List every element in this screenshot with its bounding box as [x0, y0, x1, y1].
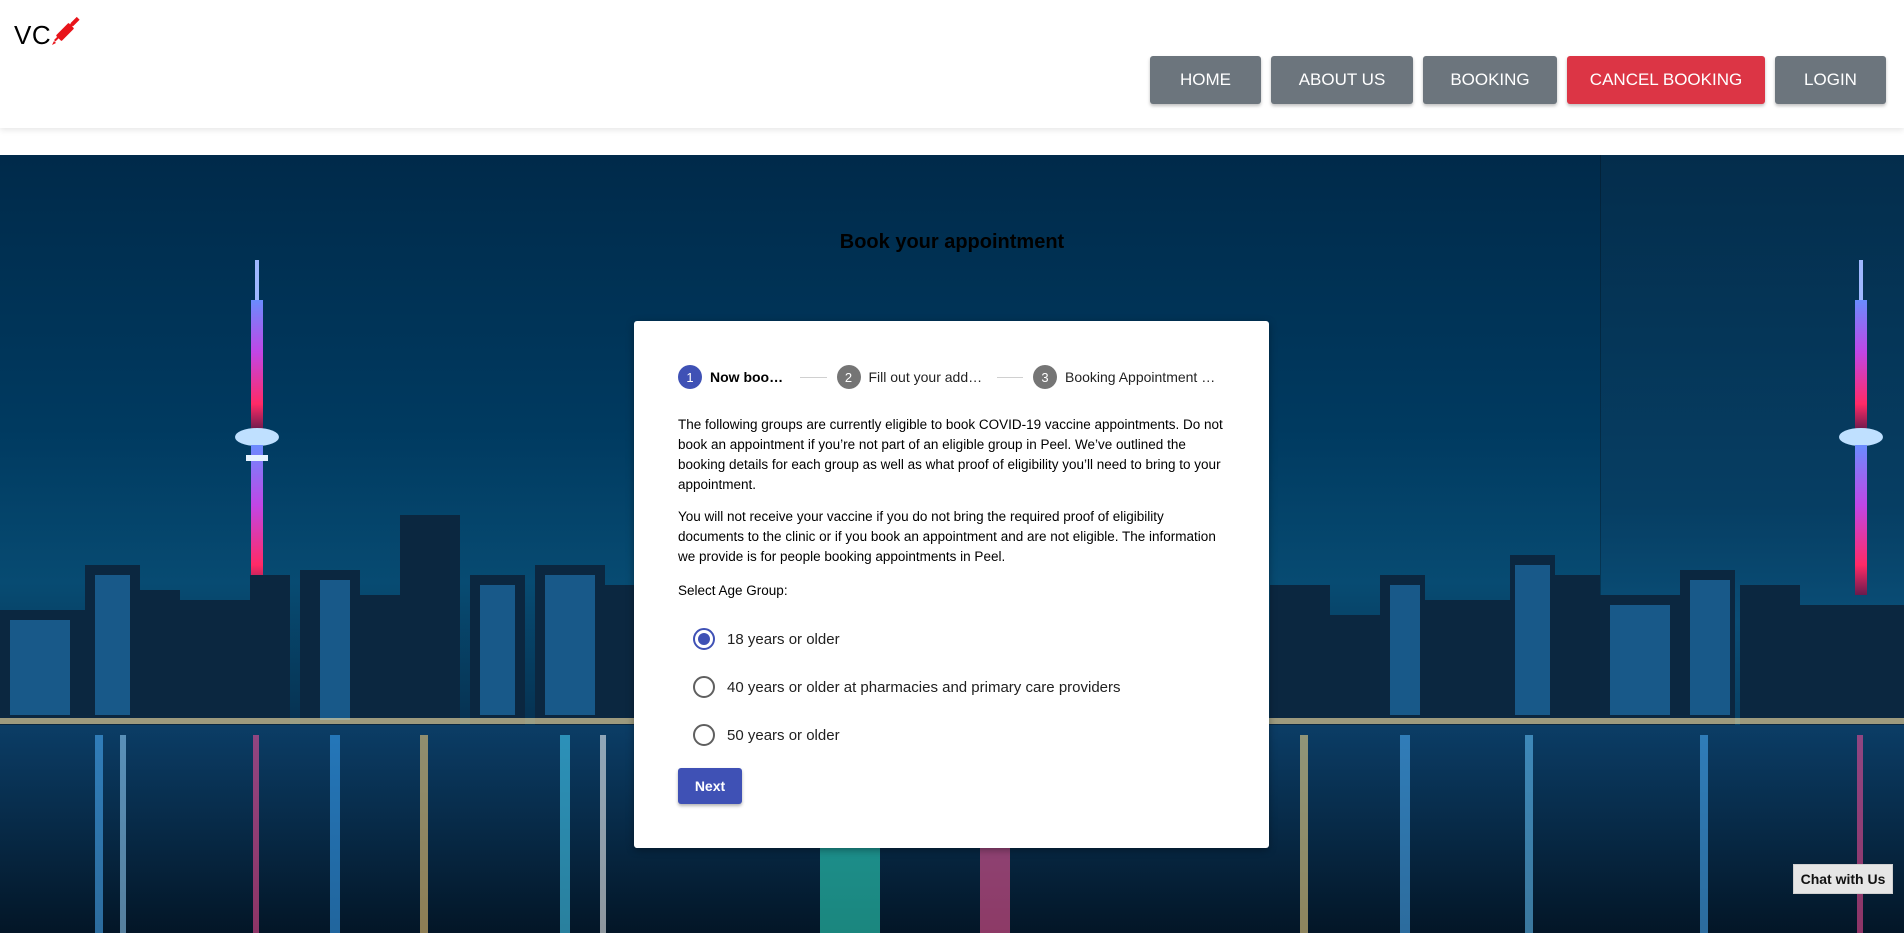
eligibility-paragraph: The following groups are currently eligi…: [678, 417, 1223, 492]
proof-of-eligibility-paragraph: You will not receive your vaccine if you…: [678, 509, 1216, 564]
syringe-icon: [52, 16, 80, 45]
step-now-booking[interactable]: 1 Now booking: [678, 365, 790, 389]
age-option-40-plus[interactable]: 40 years or older at pharmacies and prim…: [693, 675, 1121, 699]
step-number: 3: [1033, 365, 1057, 389]
nav-cancel-booking-button[interactable]: CANCEL BOOKING: [1567, 56, 1765, 104]
step-label: Now booking: [710, 369, 790, 385]
radio-unselected-icon[interactable]: [693, 724, 715, 746]
page-title: Book your appointment: [839, 231, 1065, 253]
age-option-label: 50 years or older: [727, 726, 840, 744]
nav-login-button[interactable]: LOGIN: [1775, 56, 1886, 104]
age-option-18-plus[interactable]: 18 years or older: [693, 627, 1121, 651]
step-fill-address[interactable]: 2 Fill out your address: [836, 365, 987, 389]
hero-background: Book your appointment 1 Now booking 2 Fi…: [0, 155, 1904, 933]
main-nav: HOME ABOUT US BOOKING CANCEL BOOKING LOG…: [1150, 56, 1886, 104]
brand-logo[interactable]: VC: [14, 16, 85, 52]
radio-unselected-icon[interactable]: [693, 676, 715, 698]
logo-text: VC: [14, 20, 52, 50]
age-group-radio-group: 18 years or older 40 years or older at p…: [693, 627, 1121, 771]
chat-with-us-button[interactable]: Chat with Us: [1793, 864, 1893, 894]
age-option-label: 18 years or older: [727, 630, 840, 648]
step-label: Booking Appointment Details: [1065, 369, 1225, 385]
booking-stepper: 1 Now booking 2 Fill out your address 3 …: [678, 365, 1225, 389]
nav-home-button[interactable]: HOME: [1150, 56, 1261, 104]
step-appointment-details[interactable]: 3 Booking Appointment Details: [1033, 365, 1225, 389]
step-connector: [996, 376, 1023, 378]
age-option-label: 40 years or older at pharmacies and prim…: [727, 678, 1121, 696]
step-number: 2: [836, 365, 861, 389]
age-group-label: Select Age Group:: [678, 583, 788, 598]
nav-booking-button[interactable]: BOOKING: [1423, 56, 1557, 104]
radio-selected-icon[interactable]: [693, 628, 715, 650]
step-label: Fill out your address: [868, 369, 987, 385]
booking-card: 1 Now booking 2 Fill out your address 3 …: [634, 321, 1269, 848]
age-option-50-plus[interactable]: 50 years or older: [693, 723, 1121, 747]
next-button[interactable]: Next: [678, 768, 742, 804]
nav-about-us-button[interactable]: ABOUT US: [1271, 56, 1413, 104]
step-number: 1: [678, 365, 702, 389]
step-connector: [800, 376, 827, 378]
site-header: VC HOME ABOUT US BOOKING CANCEL BOOKING …: [0, 0, 1904, 128]
